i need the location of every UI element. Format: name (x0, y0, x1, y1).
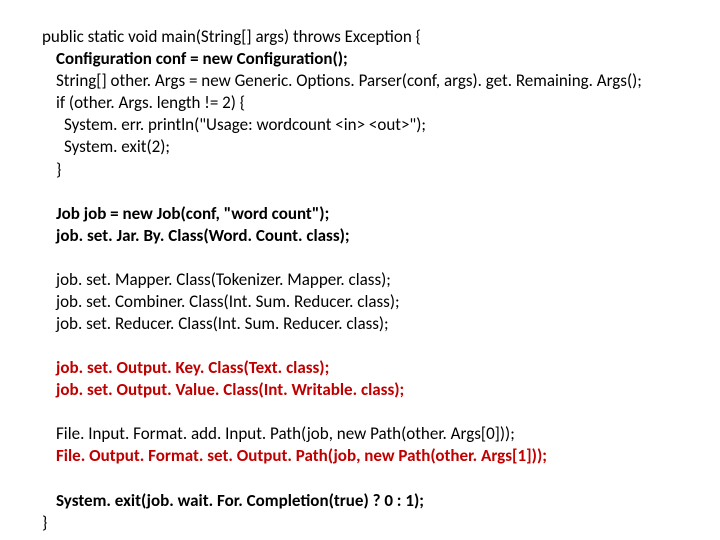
code-line: System. exit(2); (42, 136, 720, 158)
code-line: job. set. Reducer. Class(Int. Sum. Reduc… (42, 313, 720, 335)
code-line: String[] other. Args = new Generic. Opti… (42, 70, 720, 92)
code-line: public static void main(String[] args) t… (42, 26, 720, 48)
code-line: Job job = new Job(conf, "word count"); (42, 203, 720, 225)
code-block: public static void main(String[] args) t… (0, 0, 720, 534)
blank-line (42, 247, 720, 269)
code-line: job. set. Combiner. Class(Int. Sum. Redu… (42, 291, 720, 313)
code-line-highlight: job. set. Output. Key. Class(Text. class… (42, 357, 720, 379)
blank-line (42, 401, 720, 423)
code-line: } (42, 159, 720, 181)
code-line: Configuration conf = new Configuration()… (42, 48, 720, 70)
blank-line (42, 335, 720, 357)
code-line-highlight: job. set. Output. Value. Class(Int. Writ… (42, 379, 720, 401)
code-line: if (other. Args. length != 2) { (42, 92, 720, 114)
code-line: job. set. Mapper. Class(Tokenizer. Mappe… (42, 269, 720, 291)
code-line: System. err. println("Usage: wordcount <… (42, 114, 720, 136)
blank-line (42, 181, 720, 203)
code-line-highlight: File. Output. Format. set. Output. Path(… (42, 445, 720, 467)
code-line: } (42, 512, 720, 534)
code-line: System. exit(job. wait. For. Completion(… (42, 490, 720, 512)
code-line: File. Input. Format. add. Input. Path(jo… (42, 423, 720, 445)
code-line: job. set. Jar. By. Class(Word. Count. cl… (42, 225, 720, 247)
blank-line (42, 468, 720, 490)
